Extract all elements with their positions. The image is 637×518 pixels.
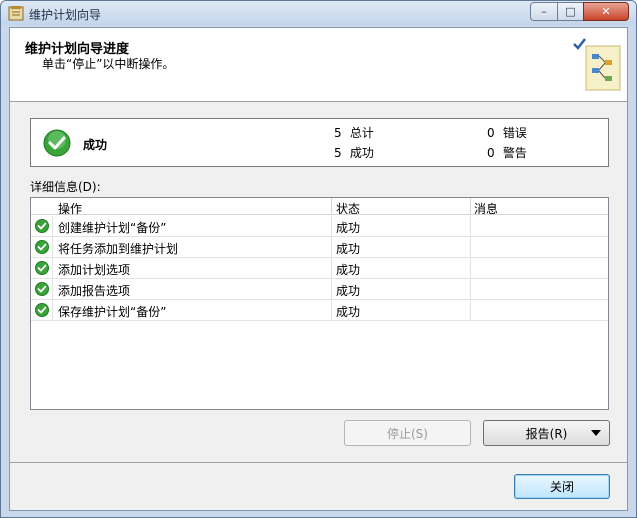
- row-divider: [331, 300, 332, 321]
- warning-label: 警告: [502, 146, 527, 160]
- status-summary-panel: 成功 5 总计 5 成功 0 错误 0 警告: [30, 118, 609, 167]
- row-divider: [470, 237, 471, 258]
- row-divider: [52, 279, 53, 300]
- report-button[interactable]: 报告(R): [483, 420, 610, 446]
- overall-status: 成功: [83, 138, 108, 152]
- row-divider: [52, 237, 53, 258]
- error-stat: 0 错误: [487, 124, 527, 141]
- row-action: 添加计划选项: [58, 263, 131, 277]
- wizard-window: 维护计划向导 – □ ✕ 维护计划向导进度 单击“停止”以中断操作。 成功 5 …: [0, 0, 637, 518]
- row-divider: [470, 216, 471, 237]
- row-action: 创建维护计划“备份”: [58, 221, 167, 235]
- table-row[interactable]: 添加报告选项 成功: [31, 279, 608, 300]
- page-subtitle: 单击“停止”以中断操作。: [42, 57, 175, 71]
- stop-button-label: 停止(S): [387, 426, 428, 441]
- close-window-button[interactable]: ✕: [583, 2, 629, 21]
- row-divider: [52, 216, 53, 237]
- row-status: 成功: [336, 242, 361, 256]
- grid-header: 操作 状态 消息: [31, 198, 608, 217]
- window-title: 维护计划向导: [29, 8, 102, 22]
- stop-button[interactable]: 停止(S): [344, 420, 471, 446]
- row-status: 成功: [336, 305, 361, 319]
- footer-divider: [10, 462, 627, 463]
- dialog-client-area: 维护计划向导进度 单击“停止”以中断操作。 成功 5 总计 5 成功 0 错误 …: [9, 27, 628, 511]
- total-label: 总计: [349, 126, 374, 140]
- row-divider: [470, 300, 471, 321]
- warning-stat: 0 警告: [487, 144, 527, 161]
- error-label: 错误: [502, 126, 527, 140]
- warning-count: 0: [487, 146, 495, 160]
- column-divider[interactable]: [470, 198, 471, 215]
- total-count: 5: [334, 126, 342, 140]
- row-action: 添加报告选项: [58, 284, 131, 298]
- column-header-action[interactable]: 操作: [58, 200, 82, 217]
- table-row[interactable]: 添加计划选项 成功: [31, 258, 608, 279]
- maximize-icon: □: [565, 5, 576, 18]
- row-divider: [470, 279, 471, 300]
- success-check-icon: [35, 282, 49, 296]
- wizard-app-icon: [8, 6, 24, 21]
- success-check-icon: [35, 219, 49, 233]
- column-divider[interactable]: [331, 198, 332, 215]
- table-row[interactable]: 保存维护计划“备份” 成功: [31, 300, 608, 321]
- row-action: 将任务添加到维护计划: [58, 242, 179, 256]
- error-count: 0: [487, 126, 495, 140]
- title-bar[interactable]: 维护计划向导 – □ ✕: [1, 1, 636, 25]
- minimize-button[interactable]: –: [530, 2, 558, 21]
- close-button[interactable]: 关闭: [514, 474, 610, 499]
- report-button-label: 报告(R): [525, 426, 568, 441]
- success-label: 成功: [349, 146, 374, 160]
- total-stat: 5 总计: [334, 124, 374, 141]
- success-count: 5: [334, 146, 342, 160]
- row-status: 成功: [336, 221, 361, 235]
- row-status: 成功: [336, 284, 361, 298]
- minimize-icon: –: [541, 5, 547, 18]
- wizard-header: 维护计划向导进度 单击“停止”以中断操作。: [10, 28, 627, 102]
- row-divider: [470, 258, 471, 279]
- row-divider: [331, 216, 332, 237]
- row-divider: [52, 258, 53, 279]
- maximize-button[interactable]: □: [557, 2, 584, 21]
- close-button-label: 关闭: [549, 480, 574, 494]
- table-row[interactable]: 将任务添加到维护计划 成功: [31, 237, 608, 258]
- success-stat: 5 成功: [334, 144, 374, 161]
- row-status: 成功: [336, 263, 361, 277]
- success-check-icon: [43, 129, 71, 157]
- details-grid[interactable]: 操作 状态 消息 创建维护计划“备份” 成功 将任务添加到维护计划 成功 添加计划选项成…: [30, 197, 609, 410]
- success-check-icon: [35, 303, 49, 317]
- row-divider: [52, 300, 53, 321]
- column-header-message[interactable]: 消息: [474, 200, 498, 217]
- row-divider: [331, 258, 332, 279]
- row-divider: [331, 279, 332, 300]
- details-label: 详细信息(D):: [30, 180, 101, 194]
- maintenance-plan-graphic: [573, 38, 621, 91]
- table-row[interactable]: 创建维护计划“备份” 成功: [31, 216, 608, 237]
- row-action: 保存维护计划“备份”: [58, 305, 167, 319]
- success-check-icon: [35, 240, 49, 254]
- row-divider: [331, 237, 332, 258]
- column-header-status[interactable]: 状态: [336, 200, 360, 217]
- dropdown-arrow-icon: [591, 430, 601, 436]
- success-check-icon: [35, 261, 49, 275]
- close-icon: ✕: [601, 5, 611, 18]
